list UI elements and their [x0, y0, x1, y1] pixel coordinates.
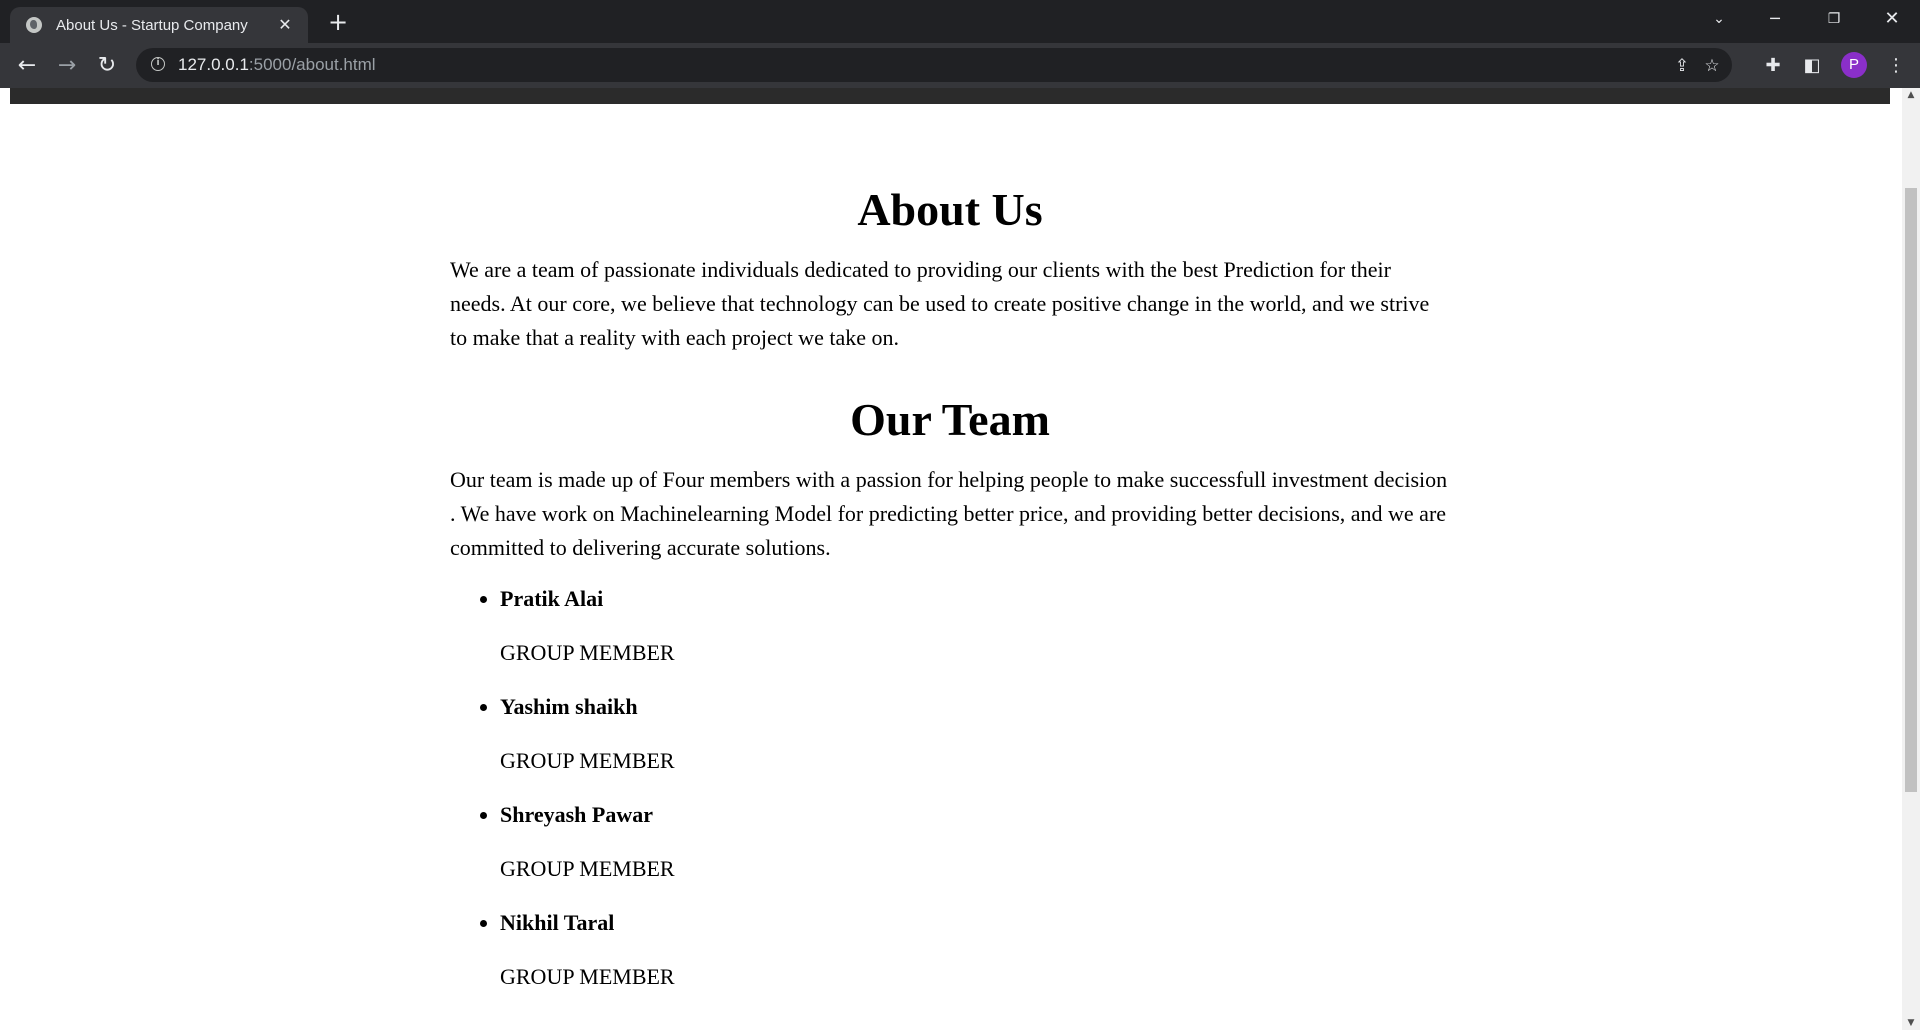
vertical-scrollbar[interactable]: ▲ ▼: [1902, 88, 1920, 1030]
chevron-down-icon: ⌄: [1713, 11, 1725, 27]
share-icon[interactable]: ⇪: [1671, 55, 1693, 77]
info-icon[interactable]: i: [151, 57, 165, 71]
close-icon[interactable]: ✕: [274, 14, 296, 36]
member-name: Pratik Alai: [500, 586, 604, 611]
team-member-list: Pratik Alai GROUP MEMBER Yashim shaikh G…: [450, 585, 1450, 991]
team-paragraph: Our team is made up of Four members with…: [450, 467, 1448, 560]
page-viewport: About Us We are a team of passionate ind…: [0, 88, 1902, 1030]
address-bar[interactable]: i 127.0.0.1:5000/about.html ⇪ ☆: [136, 48, 1732, 82]
member-name: Shreyash Pawar: [500, 802, 653, 827]
list-item: Shreyash Pawar GROUP MEMBER: [500, 801, 1450, 883]
scrollbar-thumb[interactable]: [1905, 188, 1917, 792]
member-role: GROUP MEMBER: [500, 856, 675, 881]
member-name: Yashim shaikh: [500, 694, 638, 719]
url-text[interactable]: 127.0.0.1:5000/about.html: [178, 55, 376, 75]
back-button[interactable]: ←: [12, 51, 42, 81]
minimize-button[interactable]: ─: [1747, 0, 1803, 40]
globe-icon: [26, 17, 42, 33]
tab-search-button[interactable]: ⌄: [1691, 0, 1747, 40]
side-panel-icon[interactable]: ◧: [1800, 54, 1824, 78]
member-role: GROUP MEMBER: [500, 748, 675, 773]
url-path: :5000/about.html: [248, 55, 376, 74]
close-icon: ✕: [1884, 8, 1900, 29]
restore-button[interactable]: ❐: [1806, 0, 1862, 40]
main-content: About Us We are a team of passionate ind…: [450, 183, 1450, 1017]
team-heading: Our Team: [850, 394, 1050, 445]
about-heading: About Us: [857, 184, 1043, 235]
reload-icon: ↻: [97, 53, 117, 78]
minimize-icon: ─: [1770, 9, 1780, 28]
tab-title: About Us - Startup Company: [56, 16, 248, 34]
arrow-left-icon: ←: [17, 53, 37, 78]
tab-strip: About Us - Startup Company ✕ + ⌄ ─ ❐ ✕: [0, 0, 1920, 43]
scroll-down-arrow-icon[interactable]: ▼: [1902, 1016, 1920, 1030]
close-window-button[interactable]: ✕: [1864, 0, 1920, 40]
forward-button[interactable]: →: [52, 51, 82, 81]
browser-toolbar: ← → ↻ i 127.0.0.1:5000/about.html ⇪ ☆ ✚ …: [0, 43, 1920, 88]
reload-button[interactable]: ↻: [92, 51, 122, 81]
site-header-bar: [10, 88, 1890, 104]
url-host: 127.0.0.1: [178, 55, 249, 74]
list-item: Pratik Alai GROUP MEMBER: [500, 585, 1450, 667]
member-role: GROUP MEMBER: [500, 640, 675, 665]
about-paragraph: We are a team of passionate individuals …: [450, 257, 1430, 350]
restore-icon: ❐: [1827, 11, 1841, 27]
member-name: Nikhil Taral: [500, 910, 615, 935]
browser-tab[interactable]: About Us - Startup Company ✕: [10, 7, 308, 43]
avatar[interactable]: P: [1841, 52, 1867, 78]
puzzle-icon[interactable]: ✚: [1761, 54, 1785, 78]
scroll-up-arrow-icon[interactable]: ▲: [1902, 88, 1920, 102]
star-icon[interactable]: ☆: [1701, 55, 1723, 77]
arrow-right-icon: →: [57, 53, 77, 78]
member-role: GROUP MEMBER: [500, 964, 675, 989]
list-item: Yashim shaikh GROUP MEMBER: [500, 693, 1450, 775]
list-item: Nikhil Taral GROUP MEMBER: [500, 909, 1450, 991]
new-tab-button[interactable]: +: [325, 9, 351, 35]
kebab-menu-icon[interactable]: ⋮: [1884, 54, 1908, 78]
